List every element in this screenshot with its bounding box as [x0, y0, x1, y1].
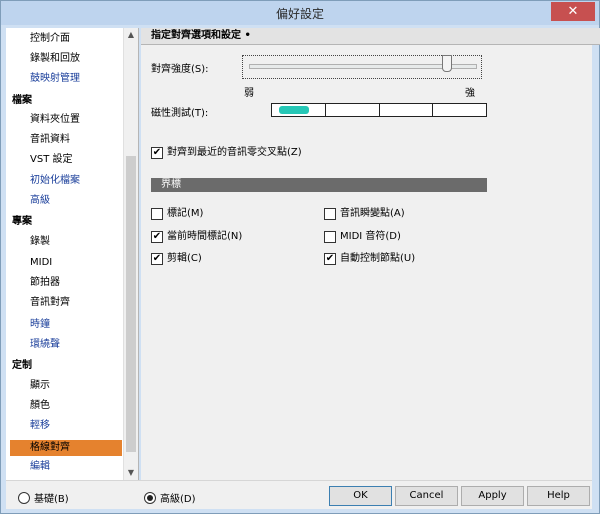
- advanced-mode-radio[interactable]: 高級(D): [144, 490, 196, 505]
- snap-strength-label: 對齊強度(S):: [151, 64, 209, 75]
- strength-max-label: 強: [465, 88, 475, 99]
- landmarks-section-title: 界標: [151, 178, 487, 192]
- checkbox-label: MIDI 音符(D): [340, 231, 401, 242]
- sidebar-item-colors[interactable]: 顏色: [10, 398, 122, 414]
- scroll-thumb[interactable]: [126, 156, 136, 452]
- snap-strength-slider[interactable]: [242, 55, 482, 79]
- sidebar-item-advanced[interactable]: 高級: [10, 193, 122, 209]
- checkbox-box[interactable]: ✔: [151, 147, 163, 159]
- sidebar-category-customize[interactable]: 定制: [12, 358, 124, 374]
- sidebar-item-display[interactable]: 顯示: [10, 378, 122, 394]
- checkbox-label: 標記(M): [167, 208, 204, 219]
- sidebar-item-editing[interactable]: 編輯: [10, 459, 122, 475]
- radio-label: 高級(D): [160, 494, 196, 505]
- sidebar-item-midi[interactable]: MIDI: [10, 255, 122, 271]
- checkbox-box[interactable]: ✔: [151, 253, 163, 265]
- radio-circle[interactable]: [144, 491, 156, 504]
- checkbox-label: 剪輯(C): [167, 253, 202, 264]
- sidebar-item-drum-map[interactable]: 鼓映射管理: [10, 71, 122, 87]
- help-button[interactable]: Help: [527, 486, 590, 506]
- slider-thumb[interactable]: [442, 55, 452, 72]
- window-title: 偏好設定: [275, 7, 324, 21]
- landmark-transients-checkbox[interactable]: 音訊瞬變點(A): [324, 207, 405, 221]
- sidebar-item-record-playback[interactable]: 錄製和回放: [10, 51, 122, 67]
- checkbox-label: 當前時間標記(N): [167, 231, 243, 242]
- sidebar: 控制介面 錄製和回放 鼓映射管理 檔案 資料夾位置 音訊資料 VST 設定 初始…: [6, 28, 139, 480]
- checkbox-box[interactable]: [324, 231, 336, 243]
- sidebar-item-metronome[interactable]: 節拍器: [10, 275, 122, 291]
- sidebar-item-control-surface[interactable]: 控制介面: [10, 31, 122, 47]
- magnet-test-label: 磁性測試(T):: [151, 108, 209, 119]
- sidebar-scrollbar[interactable]: ▲ ▼: [123, 28, 138, 480]
- checkbox-label: 對齊到最近的音訊零交叉點(Z): [167, 147, 302, 158]
- sidebar-item-init-files[interactable]: 初始化檔案: [10, 173, 122, 189]
- checkbox-label: 音訊瞬變點(A): [340, 208, 405, 219]
- scroll-down-icon[interactable]: ▼: [124, 466, 138, 480]
- sidebar-item-folder-locations[interactable]: 資料夾位置: [10, 112, 122, 128]
- title-bar[interactable]: 偏好設定 ✕: [1, 1, 599, 25]
- checkbox-box[interactable]: [324, 208, 336, 220]
- dialog-footer: 基礎(B) 高級(D) OK Cancel Apply Help: [6, 480, 592, 509]
- sidebar-item-clock[interactable]: 時鐘: [10, 317, 122, 333]
- sidebar-item-audio-align[interactable]: 音訊對齊: [10, 295, 122, 311]
- sidebar-list: 控制介面 錄製和回放 鼓映射管理 檔案 資料夾位置 音訊資料 VST 設定 初始…: [6, 28, 124, 480]
- landmark-automation-nodes-checkbox[interactable]: ✔ 自動控制節點(U): [324, 252, 415, 266]
- panel-header: 指定對齊選項和設定 •: [141, 28, 600, 45]
- ok-button[interactable]: OK: [329, 486, 392, 506]
- close-button[interactable]: ✕: [551, 2, 595, 21]
- sidebar-category-project[interactable]: 專案: [12, 214, 124, 230]
- strength-min-label: 弱: [244, 88, 254, 99]
- magnet-test-bar[interactable]: [271, 103, 487, 117]
- checkbox-box[interactable]: ✔: [324, 253, 336, 265]
- apply-button[interactable]: Apply: [461, 486, 524, 506]
- sidebar-item-audio-data[interactable]: 音訊資料: [10, 132, 122, 148]
- checkbox-box[interactable]: ✔: [151, 231, 163, 243]
- landmark-markers-checkbox[interactable]: 標記(M): [151, 207, 203, 221]
- sidebar-item-record[interactable]: 錄製: [10, 234, 122, 250]
- snap-zero-crossing-checkbox[interactable]: ✔ 對齊到最近的音訊零交叉點(Z): [151, 146, 302, 160]
- sidebar-item-snap-to-grid[interactable]: 格線對齊: [10, 440, 122, 456]
- landmark-now-time-checkbox[interactable]: ✔ 當前時間標記(N): [151, 230, 242, 244]
- magnet-segment: [433, 104, 486, 116]
- magnet-segment: [272, 104, 326, 116]
- magnet-indicator: [279, 106, 309, 114]
- landmark-clips-checkbox[interactable]: ✔ 剪輯(C): [151, 252, 202, 266]
- radio-circle[interactable]: [18, 491, 30, 504]
- radio-label: 基礎(B): [34, 494, 69, 505]
- scroll-up-icon[interactable]: ▲: [124, 28, 138, 42]
- magnet-segment: [326, 104, 380, 116]
- sidebar-item-vst-settings[interactable]: VST 設定: [10, 152, 122, 168]
- checkbox-box[interactable]: [151, 208, 163, 220]
- sidebar-category-file[interactable]: 檔案: [12, 93, 124, 109]
- basic-mode-radio[interactable]: 基礎(B): [18, 490, 69, 505]
- checkbox-label: 自動控制節點(U): [340, 253, 416, 264]
- sidebar-item-nudge[interactable]: 輕移: [10, 418, 122, 434]
- settings-panel: 指定對齊選項和設定 • 對齊強度(S): 弱 強 磁性測試(T): ✔ 對齊到最…: [141, 28, 600, 480]
- landmark-midi-notes-checkbox[interactable]: MIDI 音符(D): [324, 230, 401, 244]
- sidebar-item-surround[interactable]: 環繞聲: [10, 337, 122, 353]
- cancel-button[interactable]: Cancel: [395, 486, 458, 506]
- magnet-segment: [380, 104, 434, 116]
